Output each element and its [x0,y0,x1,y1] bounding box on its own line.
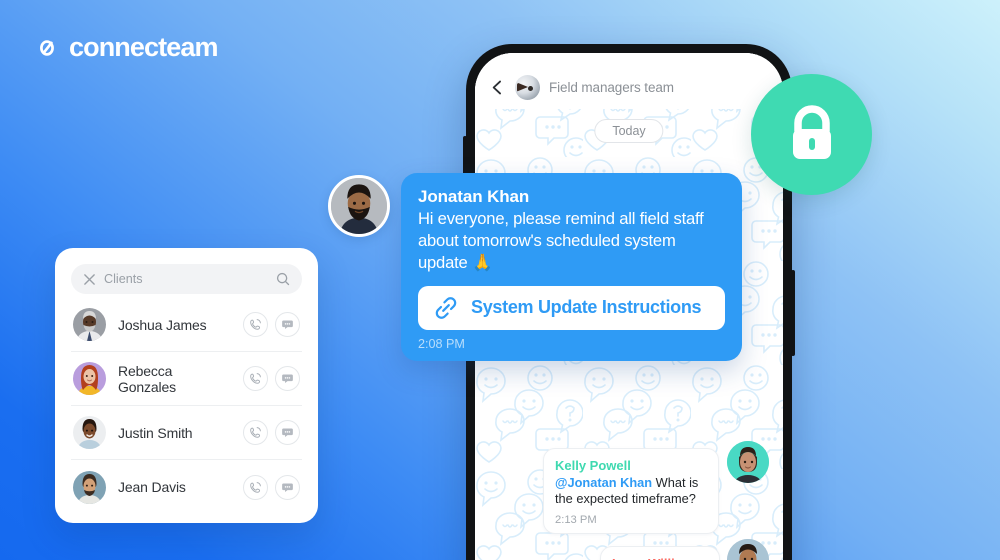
row-actions [243,366,300,391]
row-actions [243,312,300,337]
phone-icon[interactable] [243,420,268,445]
chat-icon[interactable] [275,312,300,337]
message-text: Hi everyone, please remind all field sta… [418,209,704,273]
phone-glyph-icon [250,373,261,384]
security-lock-badge [751,74,872,195]
avatar-justin-image [73,416,106,449]
promo-banner: connecteam Field managers team Today Kel… [0,0,1000,560]
row-actions [243,474,300,500]
message-bubble-outgoing[interactable]: Jonatan Khan Hi everyone, please remind … [401,173,742,361]
infinity-logo-icon [40,39,54,56]
avatar-larry-image [727,539,769,560]
phone-icon[interactable] [243,366,268,391]
chat-icon[interactable] [275,474,300,500]
contact-name: Jean Davis [118,479,186,495]
avatar[interactable] [73,416,106,449]
phone-glyph-icon [250,427,261,438]
contact-name: Joshua James [118,316,207,333]
chat-glyph-icon [282,320,293,330]
row-actions [243,420,300,445]
search-icon[interactable] [276,272,290,286]
avatar-kelly-image [727,441,769,483]
message-timestamp: 2:08 PM [418,336,465,351]
phone-glyph-icon [250,481,261,493]
chat-header: Field managers team [475,53,783,109]
contact-name: Rebecca Gonzales [118,362,176,395]
chat-icon[interactable] [275,420,300,445]
clients-card: Clients Joshua James Rebecca Gonzales Ju… [55,248,318,523]
message-bubble-incoming[interactable]: Kelly Powell @Jonatan Khan What is the e… [543,448,719,534]
avatar-rebecca-image [73,362,106,395]
group-avatar-icon[interactable] [515,74,540,100]
back-chevron-icon[interactable] [489,79,506,96]
avatar[interactable] [727,539,769,560]
mention-chip[interactable]: @Jonatan Khan [555,475,652,490]
connecteam-logo: connecteam [40,34,218,61]
search-bar[interactable]: Clients [71,264,302,294]
avatar[interactable] [73,308,106,341]
message-text: @Jonatan Khan What is the expected timef… [555,475,707,508]
list-item[interactable]: Rebecca Gonzales [71,352,302,406]
date-divider: Today [594,119,664,143]
logo-wordmark: connecteam [69,32,218,62]
list-item[interactable]: Jean Davis [71,460,302,514]
avatar-joshua-image [73,308,106,341]
message-sender-name: Larry Williams [612,556,708,560]
avatar[interactable] [727,441,769,483]
avatar-jean-image [73,470,106,504]
chat-glyph-icon [282,428,293,438]
phone-icon[interactable] [243,312,268,337]
avatar[interactable] [328,175,390,237]
phone-glyph-icon [250,319,261,330]
message-sender-name: Kelly Powell [555,458,631,473]
phone-icon[interactable] [243,474,268,500]
chat-title: Field managers team [549,79,674,95]
link-label: System Update Instructions [471,297,702,318]
link-icon [435,296,457,319]
list-item[interactable]: Joshua James [71,298,302,352]
chat-glyph-icon [282,482,293,492]
power-button[interactable] [791,270,795,356]
list-item[interactable]: Justin Smith [71,406,302,460]
message-bubble-incoming[interactable]: Larry Williams 👍 2:13 PM [600,546,720,560]
chat-icon[interactable] [275,366,300,391]
avatar-jonatan-image [331,178,387,234]
search-input[interactable]: Clients [104,272,268,286]
link-attachment-card[interactable]: System Update Instructions [418,285,725,330]
contact-name: Justin Smith [118,424,193,441]
avatar[interactable] [73,470,106,504]
avatar[interactable] [73,362,106,395]
message-timestamp: 2:13 PM [555,513,597,526]
message-sender-name: Jonatan Khan [418,187,530,206]
chat-glyph-icon [282,374,293,384]
close-icon[interactable] [83,273,96,286]
lock-icon [792,104,831,159]
